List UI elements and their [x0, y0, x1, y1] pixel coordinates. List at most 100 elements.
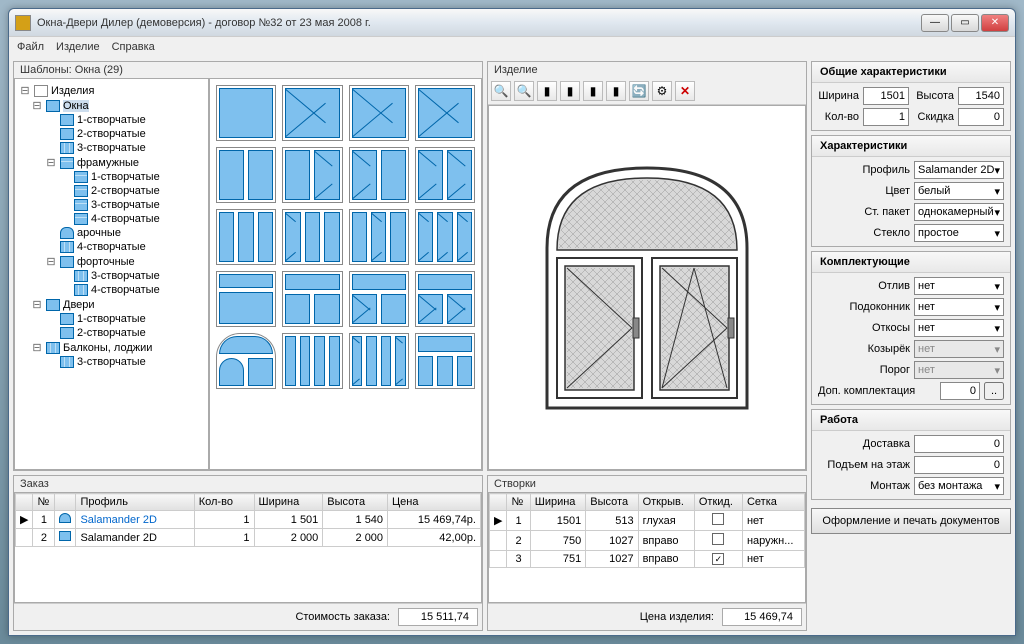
tilt-checkbox[interactable] — [712, 533, 724, 545]
config-icon[interactable]: ⚙ — [652, 81, 672, 101]
template-thumb[interactable] — [216, 333, 276, 389]
template-thumb[interactable] — [216, 209, 276, 265]
extra-input[interactable] — [940, 382, 980, 400]
template-thumb[interactable] — [282, 333, 342, 389]
menubar: Файл Изделие Справка — [9, 37, 1015, 57]
tree-root[interactable]: Изделия — [51, 85, 94, 97]
app-icon — [15, 15, 31, 31]
table-row[interactable]: ▶1Salamander 2D11 5011 54015 469,74р. — [16, 511, 481, 529]
color-select[interactable]: белый▾ — [914, 182, 1004, 200]
tree-item[interactable]: 3-створчатые — [77, 356, 146, 368]
template-thumb[interactable] — [415, 147, 475, 203]
qty-input[interactable] — [863, 108, 909, 126]
profile-select[interactable]: Salamander 2D▾ — [914, 161, 1004, 179]
zoom-out-icon[interactable]: 🔍 — [514, 81, 534, 101]
tree-item[interactable]: 4-створчатые — [91, 284, 160, 296]
tree-item[interactable]: 3-створчатые — [77, 142, 146, 154]
order-grid[interactable]: № ПрофильКол-во ШиринаВысотаЦена ▶1Salam… — [14, 492, 482, 603]
menu-help[interactable]: Справка — [112, 41, 155, 53]
width-input[interactable] — [863, 87, 909, 105]
extra-button[interactable]: .. — [984, 382, 1004, 400]
tool-icon[interactable]: ▮ — [606, 81, 626, 101]
tree-item[interactable]: 2-створчатые — [77, 128, 146, 140]
template-thumb[interactable] — [415, 271, 475, 327]
templates-title: Шаблоны: Окна (29) — [14, 62, 482, 78]
sill-select[interactable]: нет▾ — [914, 277, 1004, 295]
tree-item[interactable]: 2-створчатые — [91, 185, 160, 197]
window-title: Окна-Двери Дилер (демоверсия) - договор … — [37, 17, 921, 29]
menu-product[interactable]: Изделие — [56, 41, 100, 53]
chars-title: Характеристики — [812, 136, 1010, 157]
height-input[interactable] — [958, 87, 1004, 105]
template-thumb[interactable] — [282, 85, 342, 141]
product-price-label: Цена изделия: — [640, 611, 714, 623]
tree-item[interactable]: форточные — [77, 256, 135, 268]
table-row[interactable]: 2Salamander 2D12 0002 00042,00р. — [16, 529, 481, 547]
tree-item[interactable]: фрамужные — [77, 157, 139, 169]
template-thumb[interactable] — [216, 271, 276, 327]
order-total: 15 511,74 — [398, 608, 478, 626]
tree-item[interactable]: 4-створчатые — [77, 241, 146, 253]
install-select[interactable]: без монтажа▾ — [914, 477, 1004, 495]
tree-doors[interactable]: Двери — [63, 299, 95, 311]
template-thumb[interactable] — [349, 85, 409, 141]
components-title: Комплектующие — [812, 252, 1010, 273]
slopes-select[interactable]: нет▾ — [914, 319, 1004, 337]
template-thumb[interactable] — [216, 85, 276, 141]
tree-item[interactable]: 1-створчатые — [77, 114, 146, 126]
tree-item[interactable]: 1-створчатые — [77, 313, 146, 325]
align-left-icon[interactable]: ▮ — [537, 81, 557, 101]
template-thumb[interactable] — [349, 333, 409, 389]
menu-file[interactable]: Файл — [17, 41, 44, 53]
work-title: Работа — [812, 410, 1010, 431]
lift-input[interactable] — [914, 456, 1004, 474]
product-tree[interactable]: ⊟Изделия ⊟Окна 1-створчатые 2-створчатые… — [14, 78, 209, 470]
tree-item[interactable]: 1-створчатые — [91, 171, 160, 183]
template-thumb[interactable] — [282, 147, 342, 203]
sashes-title: Створки — [488, 476, 806, 492]
align-right-icon[interactable]: ▮ — [583, 81, 603, 101]
tree-item[interactable]: 2-створчатые — [77, 327, 146, 339]
tree-item[interactable]: 3-створчатые — [91, 199, 160, 211]
tilt-checkbox[interactable] — [712, 513, 724, 525]
preview-toolbar: 🔍 🔍 ▮ ▮ ▮ ▮ 🔄 ⚙ ✕ — [488, 78, 806, 105]
delivery-input[interactable] — [914, 435, 1004, 453]
template-thumb[interactable] — [415, 333, 475, 389]
template-thumb[interactable] — [349, 271, 409, 327]
template-thumb[interactable] — [349, 209, 409, 265]
table-row[interactable]: ▶11501513глухаянет — [490, 511, 805, 531]
windowsill-select[interactable]: нет▾ — [914, 298, 1004, 316]
product-price: 15 469,74 — [722, 608, 802, 626]
table-row[interactable]: 37511027вправо✓нет — [490, 551, 805, 568]
documents-button[interactable]: Оформление и печать документов — [811, 508, 1011, 534]
tree-balcony[interactable]: Балконы, лоджии — [63, 342, 152, 354]
template-thumb[interactable] — [216, 147, 276, 203]
tree-item[interactable]: арочные — [77, 227, 121, 239]
tree-item[interactable]: 3-створчатые — [91, 270, 160, 282]
glass-select[interactable]: простое▾ — [914, 224, 1004, 242]
delete-icon[interactable]: ✕ — [675, 81, 695, 101]
maximize-button[interactable]: ▭ — [951, 14, 979, 32]
glasspack-select[interactable]: однокамерный▾ — [914, 203, 1004, 221]
visor-select: нет▾ — [914, 340, 1004, 358]
tree-item[interactable]: 4-створчатые — [91, 213, 160, 225]
template-thumb[interactable] — [282, 209, 342, 265]
table-row[interactable]: 27501027вправонаружн... — [490, 531, 805, 551]
template-thumb[interactable] — [349, 147, 409, 203]
swap-icon[interactable]: 🔄 — [629, 81, 649, 101]
template-thumb[interactable] — [415, 85, 475, 141]
close-button[interactable]: ✕ — [981, 14, 1009, 32]
product-preview — [488, 105, 806, 470]
product-title: Изделие — [488, 62, 806, 78]
tilt-checkbox[interactable]: ✓ — [712, 553, 724, 565]
minimize-button[interactable]: — — [921, 14, 949, 32]
app-window: Окна-Двери Дилер (демоверсия) - договор … — [8, 8, 1016, 636]
template-thumb[interactable] — [282, 271, 342, 327]
template-thumb[interactable] — [415, 209, 475, 265]
align-center-icon[interactable]: ▮ — [560, 81, 580, 101]
discount-input[interactable] — [958, 108, 1004, 126]
tree-windows[interactable]: Окна — [63, 100, 89, 112]
sashes-grid[interactable]: №ШиринаВысотаОткрыв.Откид.Сетка ▶1150151… — [488, 492, 806, 603]
zoom-in-icon[interactable]: 🔍 — [491, 81, 511, 101]
template-grid — [209, 78, 482, 470]
